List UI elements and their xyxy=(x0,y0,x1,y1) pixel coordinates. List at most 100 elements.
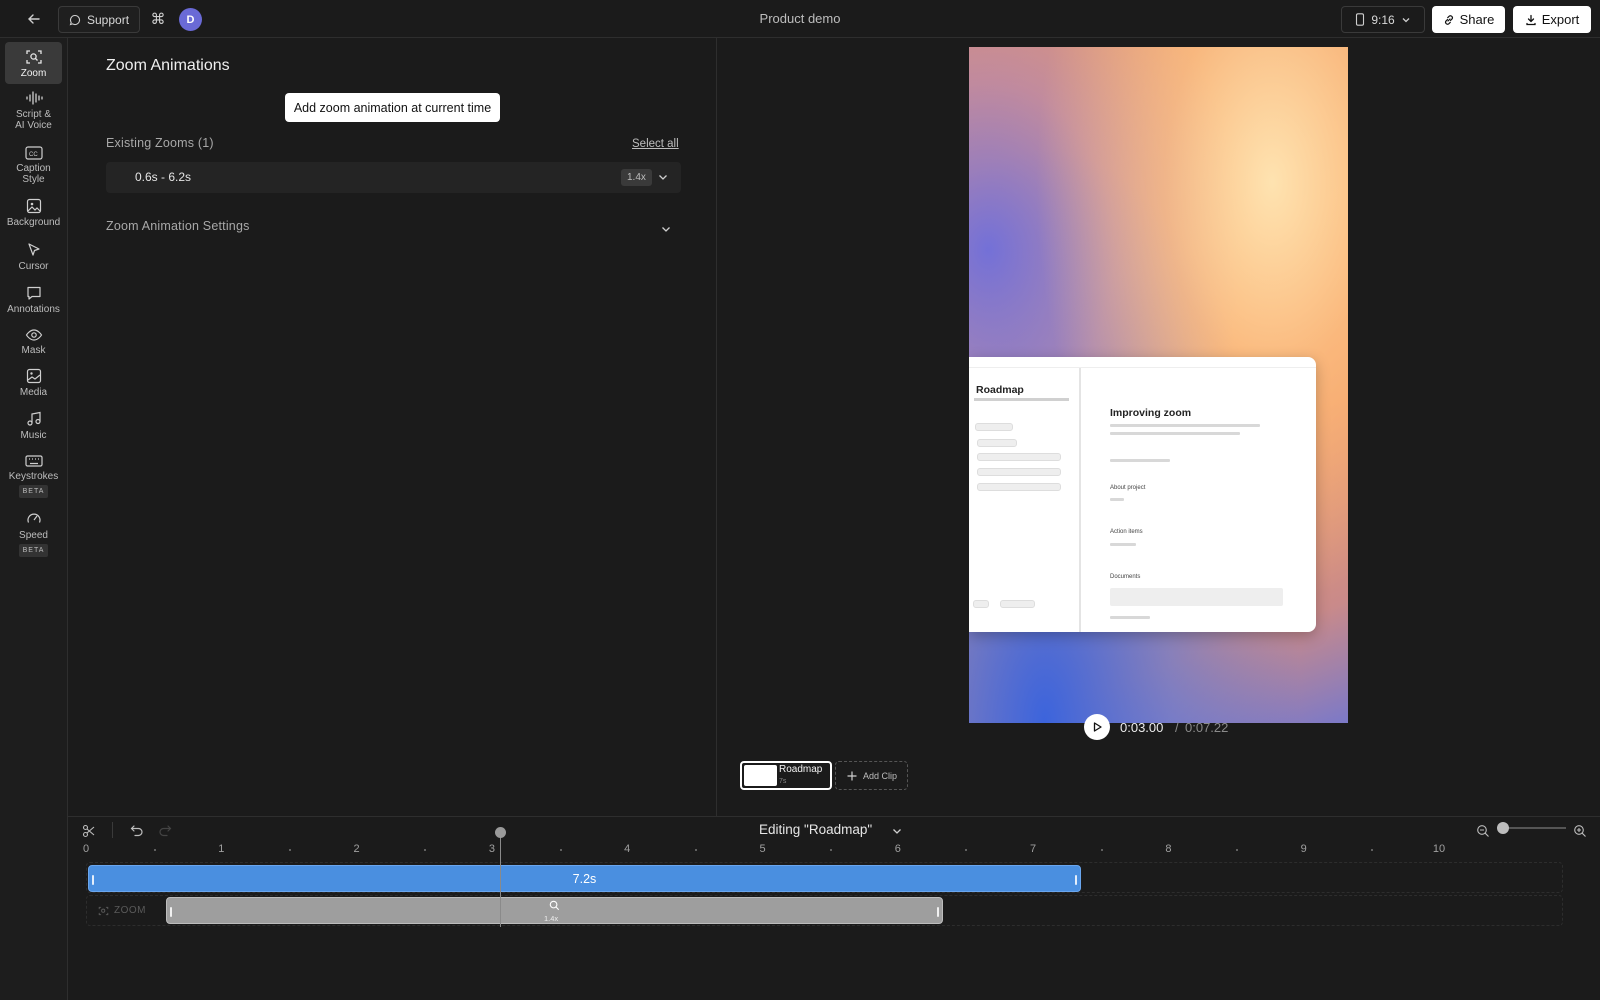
support-button[interactable]: Support xyxy=(58,6,141,33)
tool-script-label: Script & AI Voice xyxy=(15,109,52,131)
ruler-tick-label: 0 xyxy=(82,843,90,855)
play-button[interactable] xyxy=(1084,714,1110,740)
zoom-in-icon xyxy=(1574,825,1586,837)
add-clip-label: Add Clip xyxy=(862,770,898,781)
tool-media[interactable]: Media xyxy=(5,368,62,398)
tool-speed[interactable]: Speed BETA xyxy=(5,511,62,557)
screenshot-row xyxy=(977,468,1061,476)
trim-handle-right[interactable] xyxy=(1075,875,1077,885)
ruler-tick-label: 5 xyxy=(759,843,766,855)
ruler-tick-label: 7 xyxy=(1030,843,1037,855)
redo-icon xyxy=(159,825,172,837)
ruler-tick-label: 3 xyxy=(488,843,495,855)
current-time: 0:03.00 xyxy=(1120,720,1164,735)
tool-rail: Zoom Script & AI Voice CC Caption Style Ba… xyxy=(0,38,68,1000)
tool-background[interactable]: Background xyxy=(5,198,62,228)
clip-bar[interactable]: 7.2s xyxy=(88,865,1081,892)
comment-icon xyxy=(26,286,41,300)
redo-button[interactable] xyxy=(154,820,176,842)
preview-area: Roadmap Improving zoom About project Act… xyxy=(717,38,1600,816)
clip-card[interactable]: Roadmap 7s xyxy=(740,761,832,790)
zoom-out-button[interactable] xyxy=(1472,820,1494,842)
caption-icon: CC xyxy=(24,146,43,160)
zoom-settings-toggle[interactable]: Zoom Animation Settings xyxy=(106,219,681,239)
time-separator: / xyxy=(1175,720,1179,735)
music-icon xyxy=(26,411,41,426)
clip-duration: 7s xyxy=(779,778,787,785)
time-ruler[interactable]: 0 1 2 3 4 5 6 7 8 9 10 xyxy=(82,841,1556,857)
tool-script-ai-voice[interactable]: Script & AI Voice xyxy=(5,90,62,131)
screenshot-left-title: Roadmap xyxy=(976,384,1024,396)
ruler-tick-label: 1 xyxy=(218,843,225,855)
timeline-zoom-slider-handle[interactable] xyxy=(1497,822,1509,834)
export-button[interactable]: Export xyxy=(1513,6,1591,33)
settings-label: Zoom Animation Settings xyxy=(106,219,250,233)
zoom-handle-right[interactable] xyxy=(937,907,939,917)
zoom-range: 0.6s - 6.2s xyxy=(135,170,192,184)
tool-keystrokes[interactable]: Keystrokes BETA xyxy=(5,454,62,498)
keyboard-icon xyxy=(24,455,43,467)
download-icon xyxy=(1526,14,1536,25)
tool-background-label: Background xyxy=(6,217,61,228)
tool-annotations[interactable]: Annotations xyxy=(5,285,62,315)
trim-handle-left[interactable] xyxy=(92,875,94,885)
screenshot-heading: Action items xyxy=(1110,529,1143,535)
screenshot-text-line xyxy=(1110,432,1240,435)
link-icon xyxy=(1444,14,1453,25)
playhead-handle[interactable] xyxy=(495,827,506,838)
back-button[interactable] xyxy=(22,8,46,30)
tool-speed-label: Speed xyxy=(19,530,48,541)
share-button[interactable]: Share xyxy=(1432,6,1505,33)
ruler-tick-label: 8 xyxy=(1165,843,1172,855)
screenshot-document-row xyxy=(1110,588,1283,606)
ruler-half-tick xyxy=(694,849,697,851)
clip-bar-duration: 7.2s xyxy=(572,871,597,886)
document-title: Product demo xyxy=(759,11,841,26)
ruler-half-tick xyxy=(830,849,833,851)
ruler-half-tick xyxy=(559,849,562,851)
support-label: Support xyxy=(87,12,130,27)
aspect-ratio-dropdown[interactable]: 9:16 xyxy=(1341,6,1425,33)
split-button[interactable] xyxy=(78,820,100,842)
aspect-ratio-value: 9:16 xyxy=(1371,12,1395,27)
screenshot-heading: About project xyxy=(1110,485,1146,491)
playhead[interactable] xyxy=(500,832,501,927)
zoom-handle-left[interactable] xyxy=(170,907,172,917)
ruler-tick-label: 10 xyxy=(1432,843,1446,855)
svg-text:CC: CC xyxy=(29,152,38,158)
video-canvas[interactable]: Roadmap Improving zoom About project Act… xyxy=(969,47,1348,723)
chevron-down-icon[interactable] xyxy=(891,825,903,837)
timeline-zoom-slider[interactable] xyxy=(1502,827,1566,829)
tool-caption-label: Caption Style xyxy=(16,163,51,185)
zoom-list-item[interactable]: 0.6s - 6.2s 1.4x xyxy=(106,162,681,193)
zoom-segment-level: 1.4x xyxy=(544,914,559,923)
phone-icon xyxy=(1356,13,1365,26)
zoom-in-button[interactable] xyxy=(1569,820,1591,842)
tool-cursor[interactable]: Cursor xyxy=(5,242,62,272)
existing-zooms-label: Existing Zooms (1) xyxy=(106,136,214,150)
command-button[interactable]: ⌘ xyxy=(147,8,169,30)
magnifier-icon xyxy=(549,900,560,911)
undo-button[interactable] xyxy=(126,820,148,842)
screenshot-heading: Documents xyxy=(1110,574,1141,580)
zoom-level-badge: 1.4x xyxy=(621,169,652,186)
tool-music[interactable]: Music xyxy=(5,411,62,441)
screenshot-sidebar xyxy=(969,368,1081,632)
ruler-tick-label: 4 xyxy=(624,843,631,855)
add-clip-button[interactable]: Add Clip xyxy=(835,761,908,790)
tool-mask[interactable]: Mask xyxy=(5,328,62,356)
recorded-screenshot: Roadmap Improving zoom About project Act… xyxy=(969,357,1316,632)
tool-zoom[interactable]: Zoom xyxy=(5,42,62,84)
avatar[interactable]: D xyxy=(179,8,202,31)
add-zoom-button[interactable]: Add zoom animation at current time xyxy=(285,93,500,122)
screenshot-text-line xyxy=(1110,616,1150,619)
zoom-icon xyxy=(98,906,109,915)
screenshot-subtitle-line xyxy=(974,398,1069,401)
plus-icon xyxy=(847,771,857,780)
zoom-segment[interactable]: 1.4x xyxy=(166,897,943,924)
chevron-down-icon[interactable] xyxy=(657,171,669,183)
select-all-link[interactable]: Select all xyxy=(632,138,679,150)
ruler-half-tick xyxy=(1100,849,1103,851)
tool-caption-style[interactable]: CC Caption Style xyxy=(5,146,62,185)
editing-clip-label[interactable]: Editing "Roadmap" xyxy=(759,822,872,837)
